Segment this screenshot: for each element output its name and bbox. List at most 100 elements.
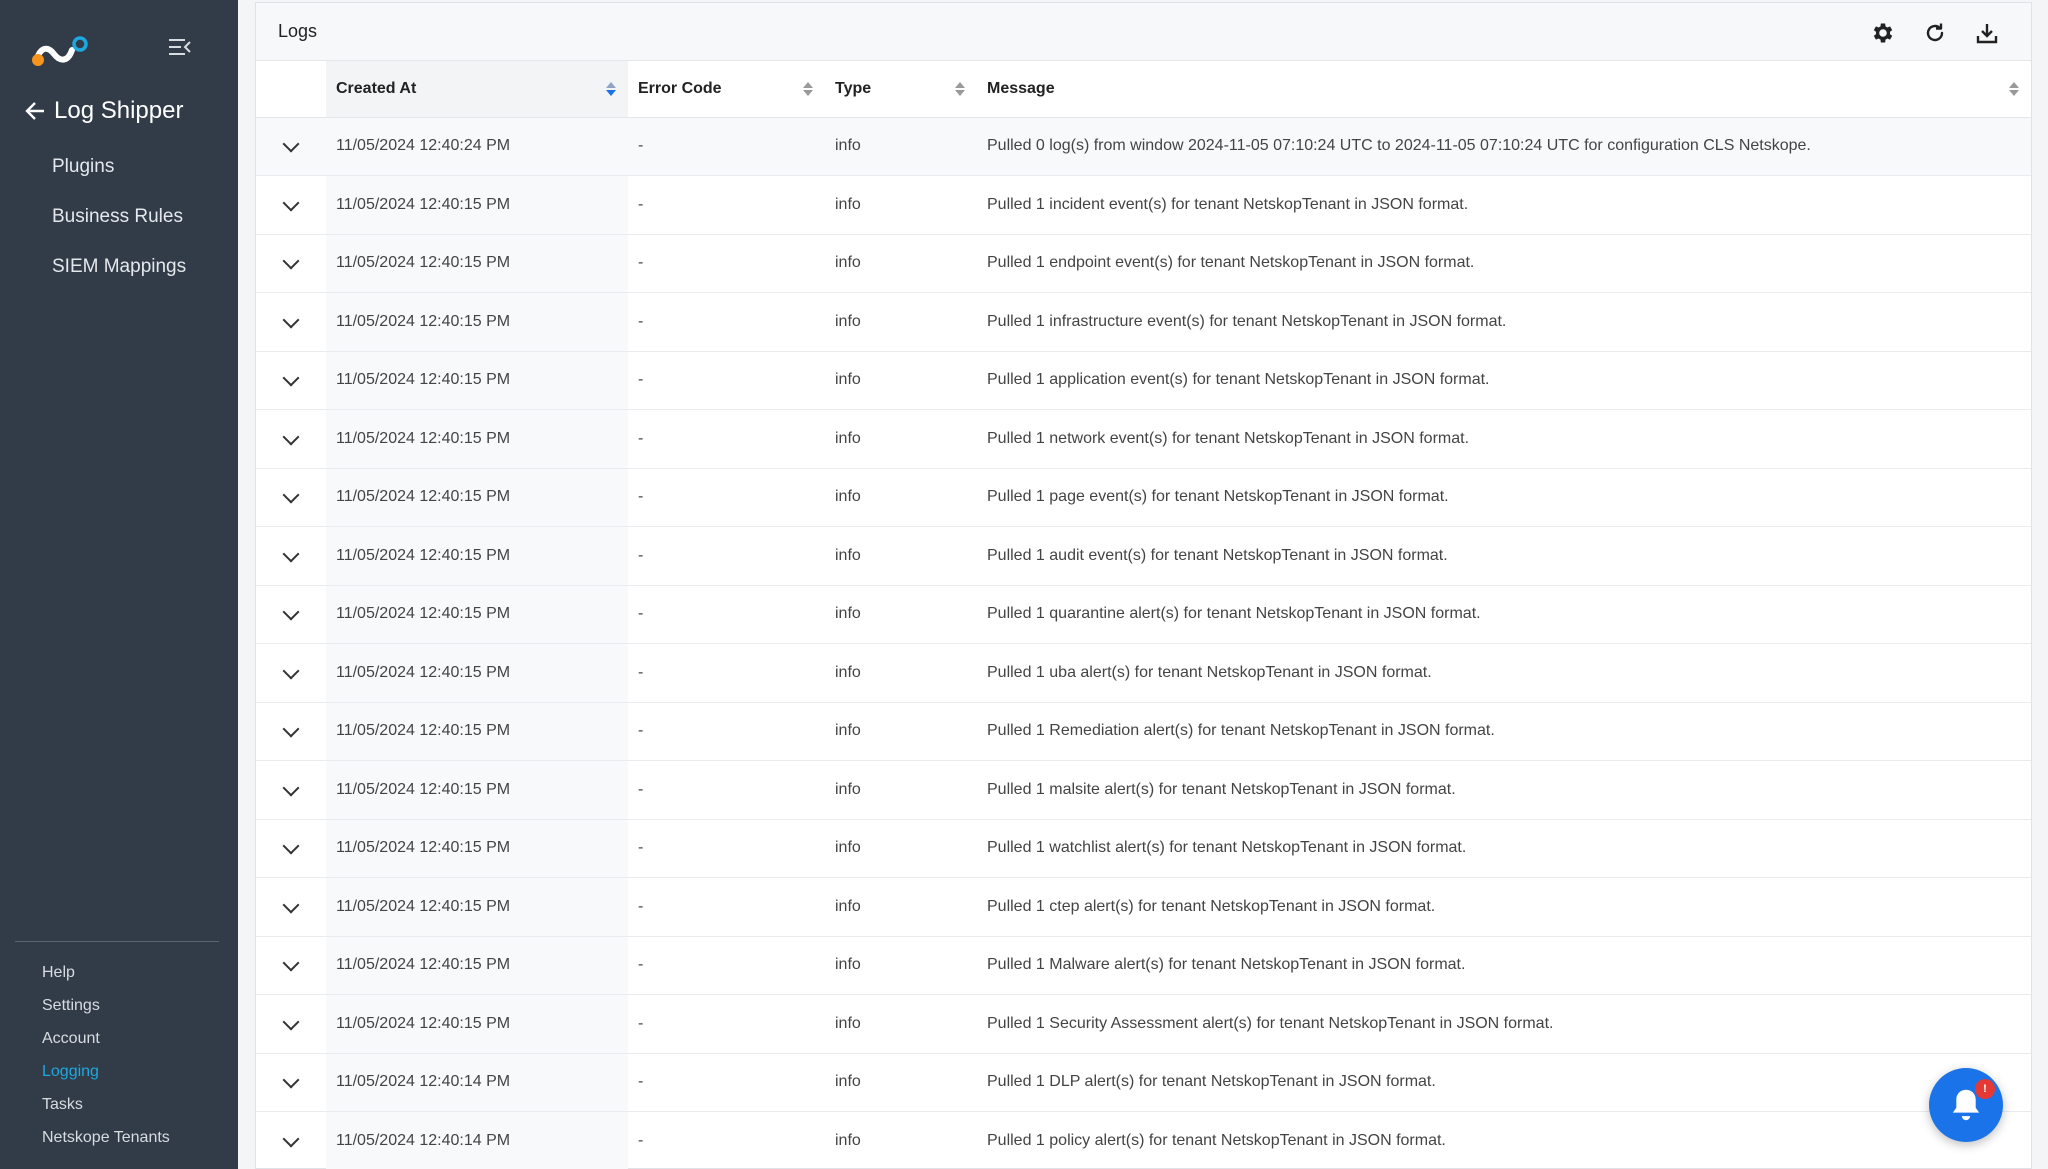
table-row[interactable]: 11/05/2024 12:40:15 PM - info Pulled 1 page…: [256, 468, 2031, 527]
column-header-created-at[interactable]: Created At: [326, 61, 628, 118]
cell-error-code: -: [638, 956, 644, 974]
table-row[interactable]: 11/05/2024 12:40:15 PM - info Pulled 1 Malw…: [256, 936, 2031, 995]
chevron-down-icon[interactable]: [282, 662, 300, 680]
table-row[interactable]: 11/05/2024 12:40:15 PM - info Pulled 1 Secu…: [256, 994, 2031, 1054]
table-row[interactable]: 11/05/2024 12:40:24 PM - info Pulled 0 log(…: [256, 117, 2031, 176]
table-row[interactable]: 11/05/2024 12:40:15 PM - info Pulled 1 ctep…: [256, 877, 2031, 937]
chevron-down-icon[interactable]: [282, 252, 300, 270]
netskope-logo-icon[interactable]: [30, 32, 94, 68]
download-button[interactable]: [1973, 19, 2001, 47]
sort-icon[interactable]: [955, 81, 965, 96]
expand-cell[interactable]: [256, 351, 326, 410]
sort-icon[interactable]: [2009, 81, 2019, 96]
expand-cell[interactable]: [256, 702, 326, 761]
cell-error-code: -: [638, 137, 644, 155]
chevron-down-icon[interactable]: [282, 1130, 300, 1148]
expand-cell[interactable]: [256, 468, 326, 527]
chevron-down-icon[interactable]: [282, 1071, 300, 1089]
refresh-button[interactable]: [1921, 19, 1949, 47]
cell-created-at: 11/05/2024 12:40:15 PM: [326, 585, 628, 644]
cell-message: Pulled 1 watchlist alert(s) for tenant N…: [987, 839, 1467, 857]
sidebar-link-account[interactable]: Account: [42, 1026, 170, 1059]
chevron-down-icon[interactable]: [282, 837, 300, 855]
table-row[interactable]: 11/05/2024 12:40:15 PM - info Pulled 1 endp…: [256, 234, 2031, 293]
cell-created-at: 11/05/2024 12:40:15 PM: [326, 526, 628, 585]
cell-type: info: [835, 195, 861, 213]
expand-cell[interactable]: [256, 527, 326, 586]
back-link[interactable]: Log Shipper: [24, 96, 183, 126]
column-header-error-code[interactable]: Error Code: [628, 61, 825, 118]
chevron-down-icon[interactable]: [282, 311, 300, 329]
expand-cell[interactable]: [256, 117, 326, 176]
sidebar-link-netskope-tenants[interactable]: Netskope Tenants: [42, 1125, 170, 1158]
cell-created-at: 11/05/2024 12:40:15 PM: [326, 877, 628, 936]
expand-cell[interactable]: [256, 234, 326, 293]
chevron-down-icon[interactable]: [282, 194, 300, 212]
cell-message: Pulled 1 page event(s) for tenant Netsko…: [987, 488, 1449, 506]
chevron-down-icon[interactable]: [282, 486, 300, 504]
chevron-down-icon[interactable]: [282, 720, 300, 738]
expand-cell[interactable]: [256, 585, 326, 644]
cell-message: Pulled 1 malsite alert(s) for tenant Net…: [987, 780, 1456, 798]
sidebar-link-settings[interactable]: Settings: [42, 993, 170, 1026]
column-header-type[interactable]: Type: [825, 61, 977, 118]
cell-error-code: -: [638, 722, 644, 740]
expand-cell[interactable]: [256, 936, 326, 995]
notifications-button[interactable]: !: [1929, 1068, 2003, 1142]
table-row[interactable]: 11/05/2024 12:40:15 PM - info Pulled 1 audi…: [256, 526, 2031, 586]
expand-cell[interactable]: [256, 1112, 326, 1169]
cell-error-code: -: [638, 546, 644, 564]
chevron-down-icon[interactable]: [282, 954, 300, 972]
expand-cell[interactable]: [256, 1053, 326, 1112]
table-row[interactable]: 11/05/2024 12:40:15 PM - info Pulled 1 watc…: [256, 819, 2031, 878]
settings-button[interactable]: [1869, 19, 1897, 47]
chevron-down-icon[interactable]: [282, 603, 300, 621]
expand-cell[interactable]: [256, 819, 326, 878]
cell-error-code: -: [638, 429, 644, 447]
sidebar-nav: Plugins Business Rules SIEM Mappings: [52, 150, 186, 300]
cell-error-code: -: [638, 1073, 644, 1091]
cell-type: info: [835, 722, 861, 740]
expand-cell[interactable]: [256, 995, 326, 1054]
collapse-menu-icon[interactable]: [168, 36, 192, 58]
table-row[interactable]: 11/05/2024 12:40:15 PM - info Pulled 1 Reme…: [256, 702, 2031, 761]
table-row[interactable]: 11/05/2024 12:40:14 PM - info Pulled 1 poli…: [256, 1111, 2031, 1169]
sort-icon[interactable]: [606, 81, 616, 96]
panel-header: Logs: [256, 3, 2031, 61]
cell-error-code: -: [638, 839, 644, 857]
table-row[interactable]: 11/05/2024 12:40:15 PM - info Pulled 1 quar…: [256, 585, 2031, 644]
expand-cell[interactable]: [256, 293, 326, 352]
table-row[interactable]: 11/05/2024 12:40:15 PM - info Pulled 1 uba …: [256, 643, 2031, 703]
sidebar-link-logging[interactable]: Logging: [42, 1059, 170, 1092]
expand-cell[interactable]: [256, 761, 326, 820]
expand-cell[interactable]: [256, 878, 326, 937]
table-row[interactable]: 11/05/2024 12:40:15 PM - info Pulled 1 appl…: [256, 351, 2031, 410]
expand-cell[interactable]: [256, 176, 326, 235]
sidebar-item-business-rules[interactable]: Business Rules: [52, 200, 186, 250]
cell-message: Pulled 1 incident event(s) for tenant Ne…: [987, 195, 1469, 213]
chevron-down-icon[interactable]: [282, 545, 300, 563]
cell-error-code: -: [638, 488, 644, 506]
sidebar-link-tasks[interactable]: Tasks: [42, 1092, 170, 1125]
chevron-down-icon[interactable]: [282, 369, 300, 387]
table-row[interactable]: 11/05/2024 12:40:15 PM - info Pulled 1 netw…: [256, 409, 2031, 469]
chevron-down-icon[interactable]: [282, 779, 300, 797]
chevron-down-icon[interactable]: [282, 135, 300, 153]
cell-created-at: 11/05/2024 12:40:15 PM: [326, 468, 628, 527]
chevron-down-icon[interactable]: [282, 428, 300, 446]
table-row[interactable]: 11/05/2024 12:40:15 PM - info Pulled 1 mals…: [256, 760, 2031, 820]
table-row[interactable]: 11/05/2024 12:40:14 PM - info Pulled 1 DLP …: [256, 1053, 2031, 1112]
chevron-down-icon[interactable]: [282, 896, 300, 914]
cell-error-code: -: [638, 1014, 644, 1032]
sidebar-item-siem-mappings[interactable]: SIEM Mappings: [52, 250, 186, 300]
expand-cell[interactable]: [256, 644, 326, 703]
column-header-message[interactable]: Message: [977, 61, 2031, 118]
table-row[interactable]: 11/05/2024 12:40:15 PM - info Pulled 1 inci…: [256, 175, 2031, 235]
logs-panel: Logs Created At Error Code Type Message …: [255, 2, 2032, 1169]
sidebar-item-plugins[interactable]: Plugins: [52, 150, 186, 200]
chevron-down-icon[interactable]: [282, 1013, 300, 1031]
sort-icon[interactable]: [803, 81, 813, 96]
table-row[interactable]: 11/05/2024 12:40:15 PM - info Pulled 1 infr…: [256, 292, 2031, 352]
sidebar-link-help[interactable]: Help: [42, 960, 170, 993]
expand-cell[interactable]: [256, 410, 326, 469]
